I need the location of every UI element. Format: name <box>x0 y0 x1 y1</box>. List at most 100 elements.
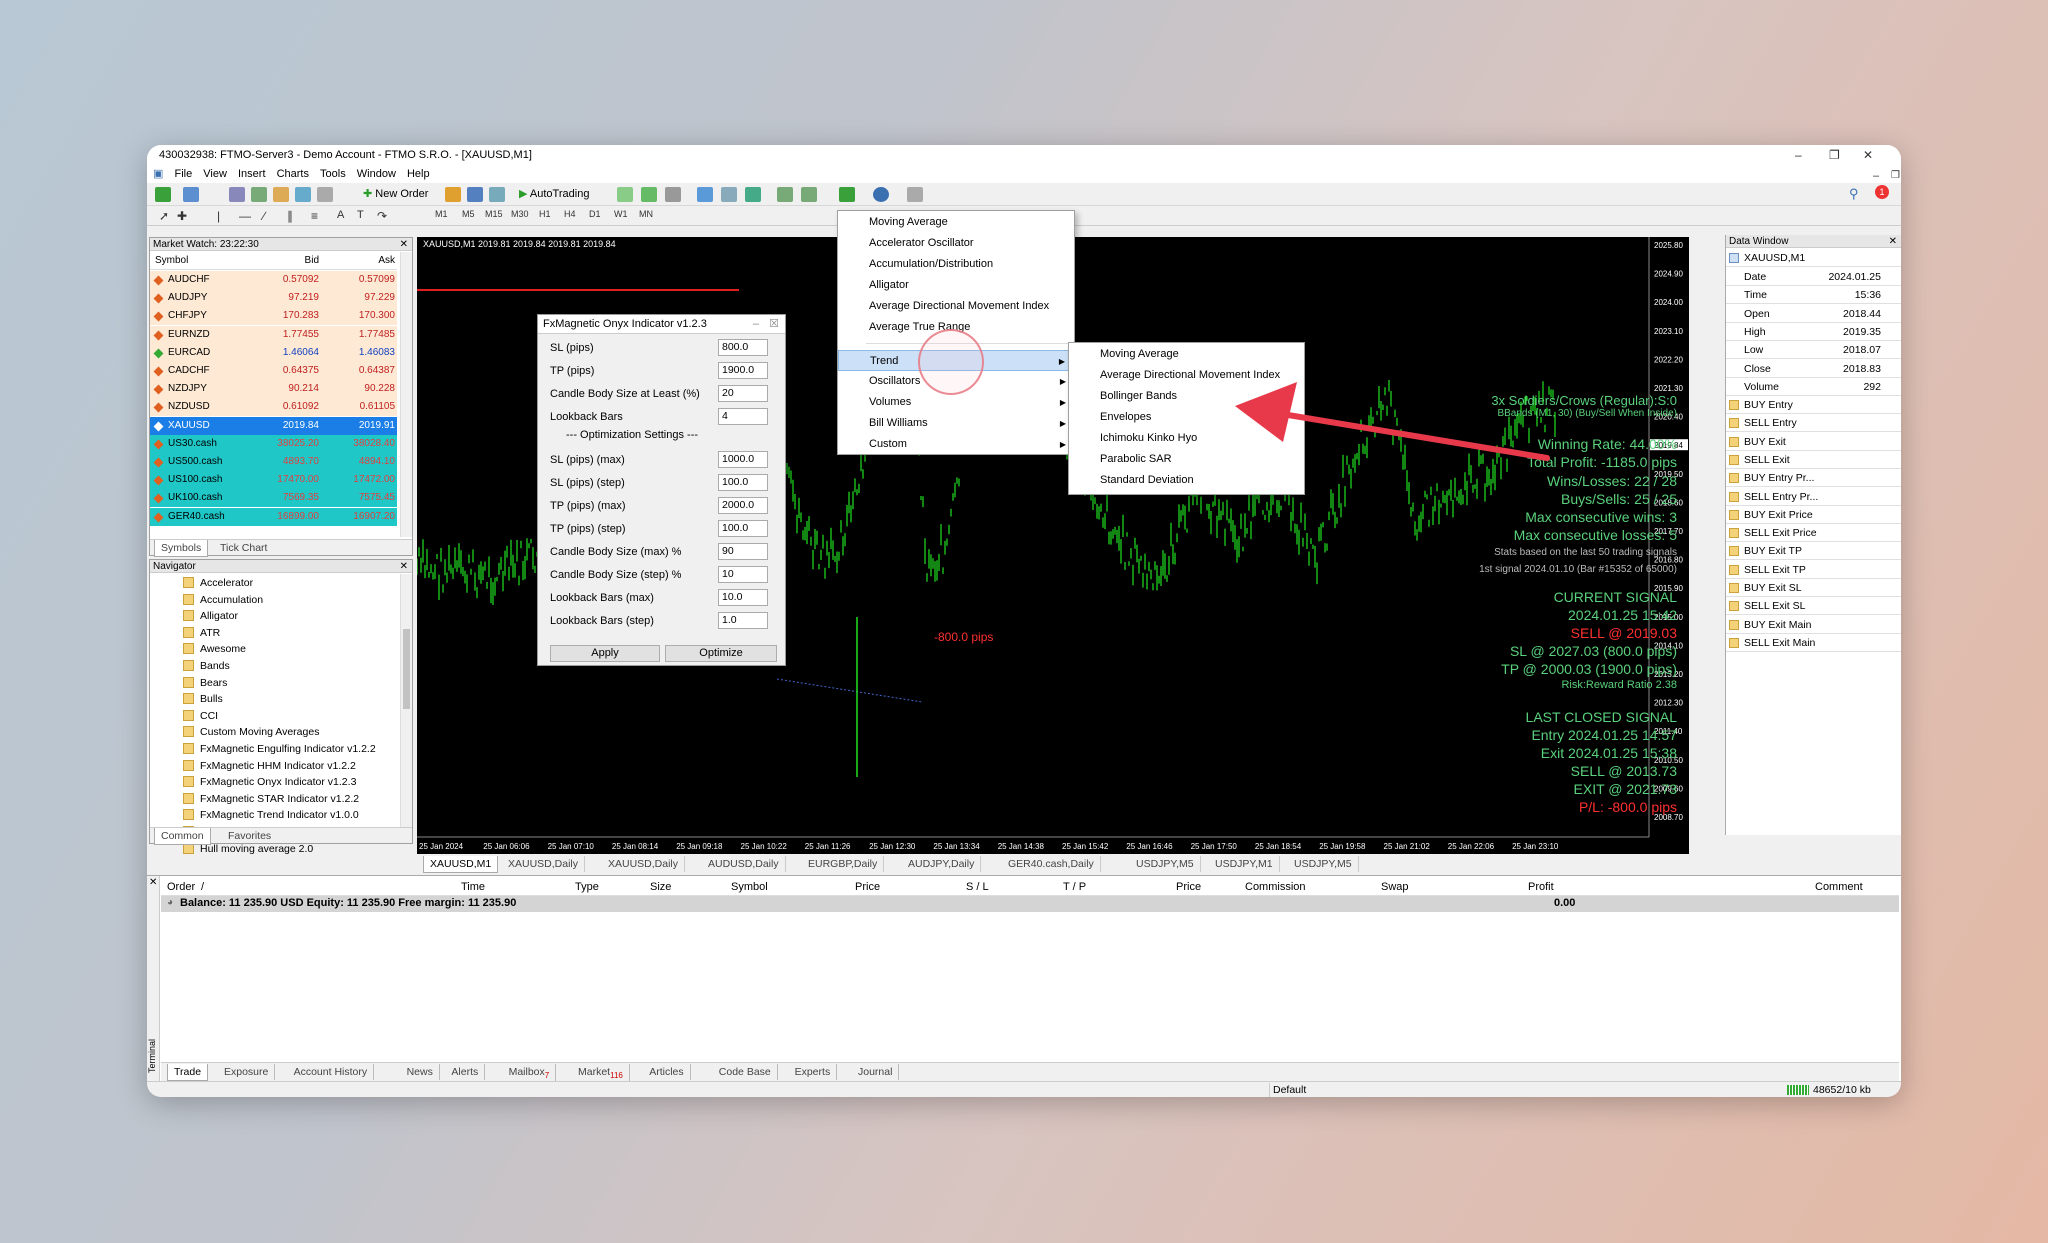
terminal-tab[interactable]: Experts <box>789 1064 838 1080</box>
navigator-item[interactable]: Accelerator <box>183 575 253 591</box>
terminal-column[interactable]: Size <box>650 881 671 893</box>
terminal-icon[interactable] <box>295 187 311 202</box>
tf-d1[interactable]: D1 <box>589 209 601 219</box>
market-watch-row[interactable]: AUDJPY 97.219 97.229 <box>150 289 397 308</box>
market-watch-row[interactable]: EURCAD 1.46064 1.46083 <box>150 343 397 362</box>
balance-row[interactable]: ◕ Balance: 11 235.90 USD Equity: 11 235.… <box>161 896 1899 912</box>
market-watch-row[interactable]: XAUUSD 2019.84 2019.91 <box>150 416 397 435</box>
navigator-item[interactable]: Bands <box>183 658 230 674</box>
autotrading-button[interactable]: ▶ AutoTrading <box>519 187 589 200</box>
fibonacci-icon[interactable]: ≡ <box>311 209 318 223</box>
chart-tab[interactable]: USDJPY,M5 <box>1288 856 1359 872</box>
indicator-menu-item[interactable]: Accelerator Oscillator <box>838 233 1074 254</box>
navigator-item[interactable]: FxMagnetic Engulfing Indicator v1.2.2 <box>183 741 376 757</box>
minimize-button[interactable]: – <box>1795 148 1802 162</box>
vertical-line-icon[interactable]: | <box>217 209 220 223</box>
navigator-close-icon[interactable]: ✕ <box>400 560 408 573</box>
chart-tab[interactable]: EURGBP,Daily <box>802 856 885 872</box>
menu-tools[interactable]: Tools <box>320 165 346 183</box>
menu-insert[interactable]: Insert <box>238 165 266 183</box>
tf-w1[interactable]: W1 <box>614 209 628 219</box>
data-window-close-icon[interactable]: ✕ <box>1889 235 1897 248</box>
market-watch-row[interactable]: CADCHF 0.64375 0.64387 <box>150 362 397 380</box>
profiles-icon[interactable] <box>183 187 199 202</box>
market-watch-row[interactable]: NZDJPY 90.214 90.228 <box>150 380 397 399</box>
horizontal-line-icon[interactable]: — <box>239 209 251 223</box>
terminal-column[interactable]: Type <box>575 881 599 893</box>
zoom-in-icon[interactable] <box>697 187 713 202</box>
tf-h1[interactable]: H1 <box>539 209 551 219</box>
navigator-item[interactable]: Alligator <box>183 608 238 624</box>
terminal-tab[interactable]: Alerts <box>445 1064 486 1080</box>
terminal-tab[interactable]: Journal <box>852 1064 900 1080</box>
col-bid[interactable]: Bid <box>305 252 319 270</box>
market-watch-row[interactable]: AUDCHF 0.57092 0.57099 <box>150 271 397 289</box>
navigator-scrollbar[interactable] <box>400 574 412 828</box>
metaeditor-icon[interactable] <box>445 187 461 202</box>
tile-windows-icon[interactable] <box>745 187 761 202</box>
search-icon[interactable]: ⚲ <box>1849 186 1859 202</box>
navigator-item[interactable]: FxMagnetic HHM Indicator v1.2.2 <box>183 758 356 774</box>
market-watch-row[interactable]: NZDUSD 0.61092 0.61105 <box>150 398 397 417</box>
bar-chart-icon[interactable] <box>617 187 633 202</box>
signals-icon[interactable] <box>489 187 505 202</box>
terminal-column[interactable]: Commission <box>1245 881 1306 893</box>
optimize-button[interactable]: Optimize <box>665 645 777 662</box>
terminal-column[interactable]: S / L <box>966 881 989 893</box>
periods-icon[interactable] <box>873 187 889 202</box>
col-symbol[interactable]: Symbol <box>155 252 188 270</box>
indicator-menu-item[interactable]: Custom ▶ <box>838 434 1074 455</box>
restore-button[interactable]: ❐ <box>1829 148 1840 162</box>
terminal-tab[interactable]: Articles <box>643 1064 691 1080</box>
navigator-item[interactable]: ATR <box>183 625 220 641</box>
chart-tab[interactable]: GER40.cash,Daily <box>1002 856 1101 872</box>
tf-m5[interactable]: M5 <box>462 209 475 219</box>
terminal-column[interactable]: Swap <box>1381 881 1409 893</box>
terminal-column[interactable]: T / P <box>1063 881 1086 893</box>
menu-help[interactable]: Help <box>407 165 430 183</box>
navigator-item[interactable]: Custom Moving Averages <box>183 724 319 740</box>
market-watch-close-icon[interactable]: ✕ <box>400 238 408 251</box>
arrows-icon[interactable]: ↷ <box>377 209 387 223</box>
community-icon[interactable] <box>467 187 483 202</box>
dialog-minimize-icon[interactable]: – <box>753 315 759 334</box>
chart-tab[interactable]: USDJPY,M5 <box>1130 856 1201 872</box>
terminal-tab[interactable]: Account History <box>288 1064 375 1080</box>
indicator-menu-item[interactable]: Accumulation/Distribution <box>838 254 1074 275</box>
trendline-icon[interactable]: ∕ <box>263 209 265 223</box>
indicator-menu-item[interactable]: Volumes ▶ <box>838 392 1074 413</box>
terminal-column[interactable]: Price <box>1176 881 1201 893</box>
field-input[interactable]: 10.0 <box>718 589 768 606</box>
navigator-item[interactable]: Bears <box>183 675 227 691</box>
apply-button[interactable]: Apply <box>550 645 660 662</box>
new-chart-icon[interactable] <box>155 187 171 202</box>
line-chart-icon[interactable] <box>665 187 681 202</box>
chart-tab[interactable]: USDJPY,M1 <box>1209 856 1280 872</box>
terminal-close-icon[interactable]: ✕ <box>149 877 157 888</box>
navigator-item[interactable]: CCI <box>183 708 218 724</box>
terminal-tab[interactable]: News <box>401 1064 440 1080</box>
field-input[interactable]: 10 <box>718 566 768 583</box>
channel-icon[interactable]: ∥ <box>287 209 293 223</box>
crosshair-icon[interactable]: ✚ <box>177 209 187 223</box>
chart-tab[interactable]: XAUUSD,Daily <box>602 856 686 872</box>
text-icon[interactable]: A <box>337 209 344 221</box>
tester-icon[interactable] <box>317 187 333 202</box>
market-watch-scrollbar[interactable] <box>400 252 412 537</box>
tab-symbols[interactable]: Symbols <box>154 540 209 557</box>
templates-icon[interactable] <box>907 187 923 202</box>
market-watch-row[interactable]: US100.cash 17470.00 17472.00 <box>150 471 397 490</box>
indicator-menu-item[interactable]: Average Directional Movement Index <box>838 296 1074 317</box>
chart-tab[interactable]: XAUUSD,Daily <box>502 856 586 872</box>
field-input[interactable]: 4 <box>718 408 768 425</box>
notification-badge[interactable]: 1 <box>1875 185 1889 199</box>
market-watch-row[interactable]: US30.cash 38025.20 38028.40 <box>150 434 397 453</box>
market-watch-row[interactable]: US500.cash 4893.70 4894.10 <box>150 453 397 471</box>
zoom-out-icon[interactable] <box>721 187 737 202</box>
field-input[interactable]: 800.0 <box>718 339 768 356</box>
terminal-column[interactable]: Time <box>461 881 485 893</box>
indicator-menu-item[interactable]: Bill Williams ▶ <box>838 413 1074 434</box>
trend-menu-item[interactable]: Standard Deviation <box>1069 470 1304 491</box>
market-watch-row[interactable]: GER40.cash 16899.00 16907.20 <box>150 507 397 526</box>
field-input[interactable]: 1.0 <box>718 612 768 629</box>
